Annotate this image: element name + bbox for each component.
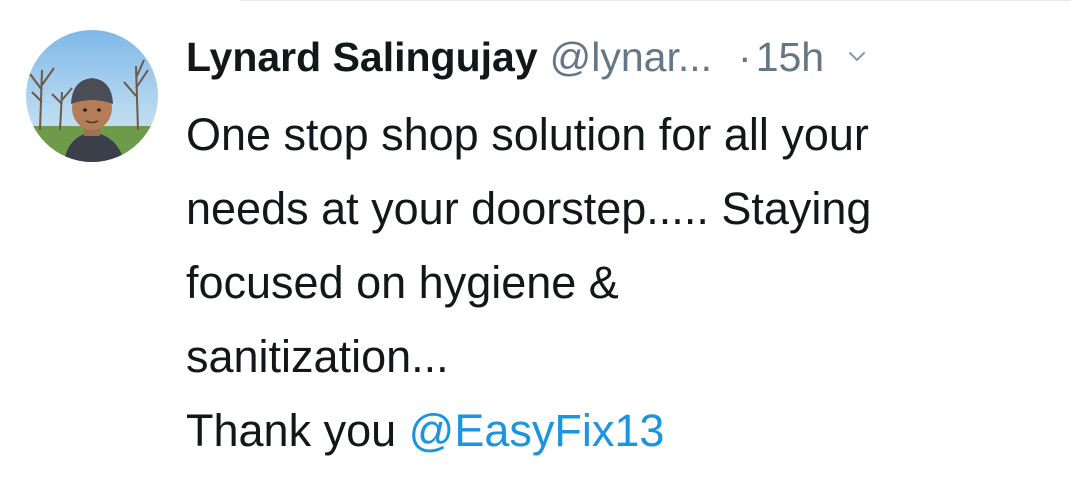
tweet-header: Lynard Salingujay @lynar... · 15h [186, 31, 1056, 83]
author-handle[interactable]: @lynar... [550, 34, 712, 81]
tweet-timestamp[interactable]: 15h [756, 34, 824, 81]
separator-dot: · [738, 33, 752, 80]
tweet-text: One stop shop solution for all your need… [186, 98, 1046, 468]
tweet-text-line: Thank you @EasyFix13 [186, 394, 1046, 468]
tweet-text-line: sanitization... [186, 331, 449, 382]
thanks-text: Thank you [186, 405, 409, 456]
author-name[interactable]: Lynard Salingujay [186, 34, 538, 81]
tweet-text-line: needs at your doorstep..... Staying [186, 183, 872, 234]
tweet-text-line: One stop shop solution for all your [186, 109, 869, 160]
mention-link[interactable]: @EasyFix13 [409, 405, 665, 456]
avatar[interactable] [26, 30, 158, 162]
divider [240, 0, 1071, 1]
avatar-photo [26, 30, 158, 162]
tweet-text-line: focused on hygiene & [186, 257, 619, 308]
chevron-down-icon[interactable] [842, 42, 872, 72]
